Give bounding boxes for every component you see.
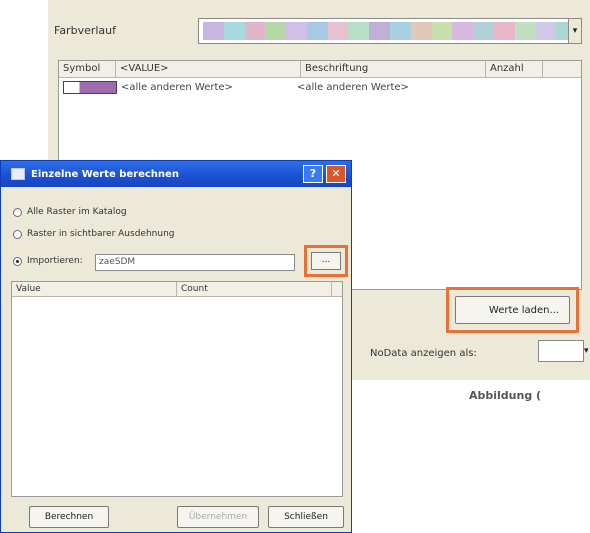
close-button[interactable]: Schließen [268,506,344,528]
option-all-rasters[interactable]: Alle Raster im Katalog [13,207,127,217]
color-ramp-cell [473,22,494,40]
highlight-box: Werte laden... [446,287,579,333]
color-ramp-cell [265,22,287,40]
radio-all-rasters[interactable] [13,207,22,217]
column-label[interactable]: Beschriftung [301,61,486,77]
figure-caption: Abbildung ( [469,389,542,402]
color-ramp-cell [286,22,307,40]
color-ramp-cell [244,22,266,40]
radio-import[interactable] [13,256,22,266]
column-value[interactable]: <VALUE> [116,61,301,77]
chevron-down-icon[interactable]: ▾ [568,18,582,44]
nodata-color-select[interactable] [538,340,584,362]
table-row[interactable]: <alle anderen Werte> <alle anderen Werte… [59,78,581,96]
compute-button[interactable]: Berechnen [29,506,109,528]
color-ramp-cell [306,22,328,40]
column-symbol[interactable]: Symbol [59,61,116,77]
color-ramp-cell [223,22,245,40]
load-values-button[interactable]: Werte laden... [455,296,570,324]
column-count[interactable]: Anzahl [486,61,543,77]
compute-values-dialog: Einzelne Werte berechnen ? ✕ Alle Raster… [0,160,352,533]
color-ramp-label: Farbverlauf [54,24,117,37]
browse-button[interactable]: ... [311,252,341,270]
help-button[interactable]: ? [303,165,323,183]
color-ramp-dropdown[interactable] [198,18,582,44]
highlight-box: ... [304,245,348,277]
option-visible-extent[interactable]: Raster in sichtbarer Ausdehnung [13,229,174,239]
title-bar[interactable]: Einzelne Werte berechnen ? ✕ [1,161,351,187]
color-ramp-cell [493,22,515,40]
option-label: Importieren: [27,256,83,266]
option-label: Alle Raster im Katalog [27,207,127,217]
color-ramp-cell [410,22,432,40]
color-ramp-cell [452,22,474,40]
apply-button[interactable]: Übernehmen [177,506,259,528]
color-ramp-cell [327,22,349,40]
column-value[interactable]: Value [12,282,177,296]
close-icon[interactable]: ✕ [326,165,346,183]
color-ramp-cell [535,22,557,40]
chevron-down-icon[interactable]: ▾ [584,340,590,362]
option-label: Raster in sichtbarer Ausdehnung [27,229,175,239]
nodata-label: NoData anzeigen als: [370,348,477,359]
import-path-field[interactable]: zaeSDM [95,254,295,271]
color-ramp-cell [390,22,411,40]
color-ramp-cell [348,22,370,40]
table-header: Value Count [12,282,342,297]
radio-visible-extent[interactable] [13,229,22,239]
column-count[interactable]: Count [177,282,332,296]
symbol-swatch[interactable] [63,80,117,94]
table-header: Symbol <VALUE> Beschriftung Anzahl [59,61,581,78]
color-ramp-cell [369,22,391,40]
row-label: <alle anderen Werte> [297,81,409,93]
color-ramp-cell [514,22,536,40]
option-import[interactable]: Importieren: [13,256,83,266]
value-count-table: Value Count [11,281,343,497]
color-ramp-cell [203,22,224,40]
window-icon [11,168,25,180]
row-value: <alle anderen Werte> [121,81,233,93]
color-ramp-cell [431,22,453,40]
dialog-title: Einzelne Werte berechnen [31,168,179,180]
